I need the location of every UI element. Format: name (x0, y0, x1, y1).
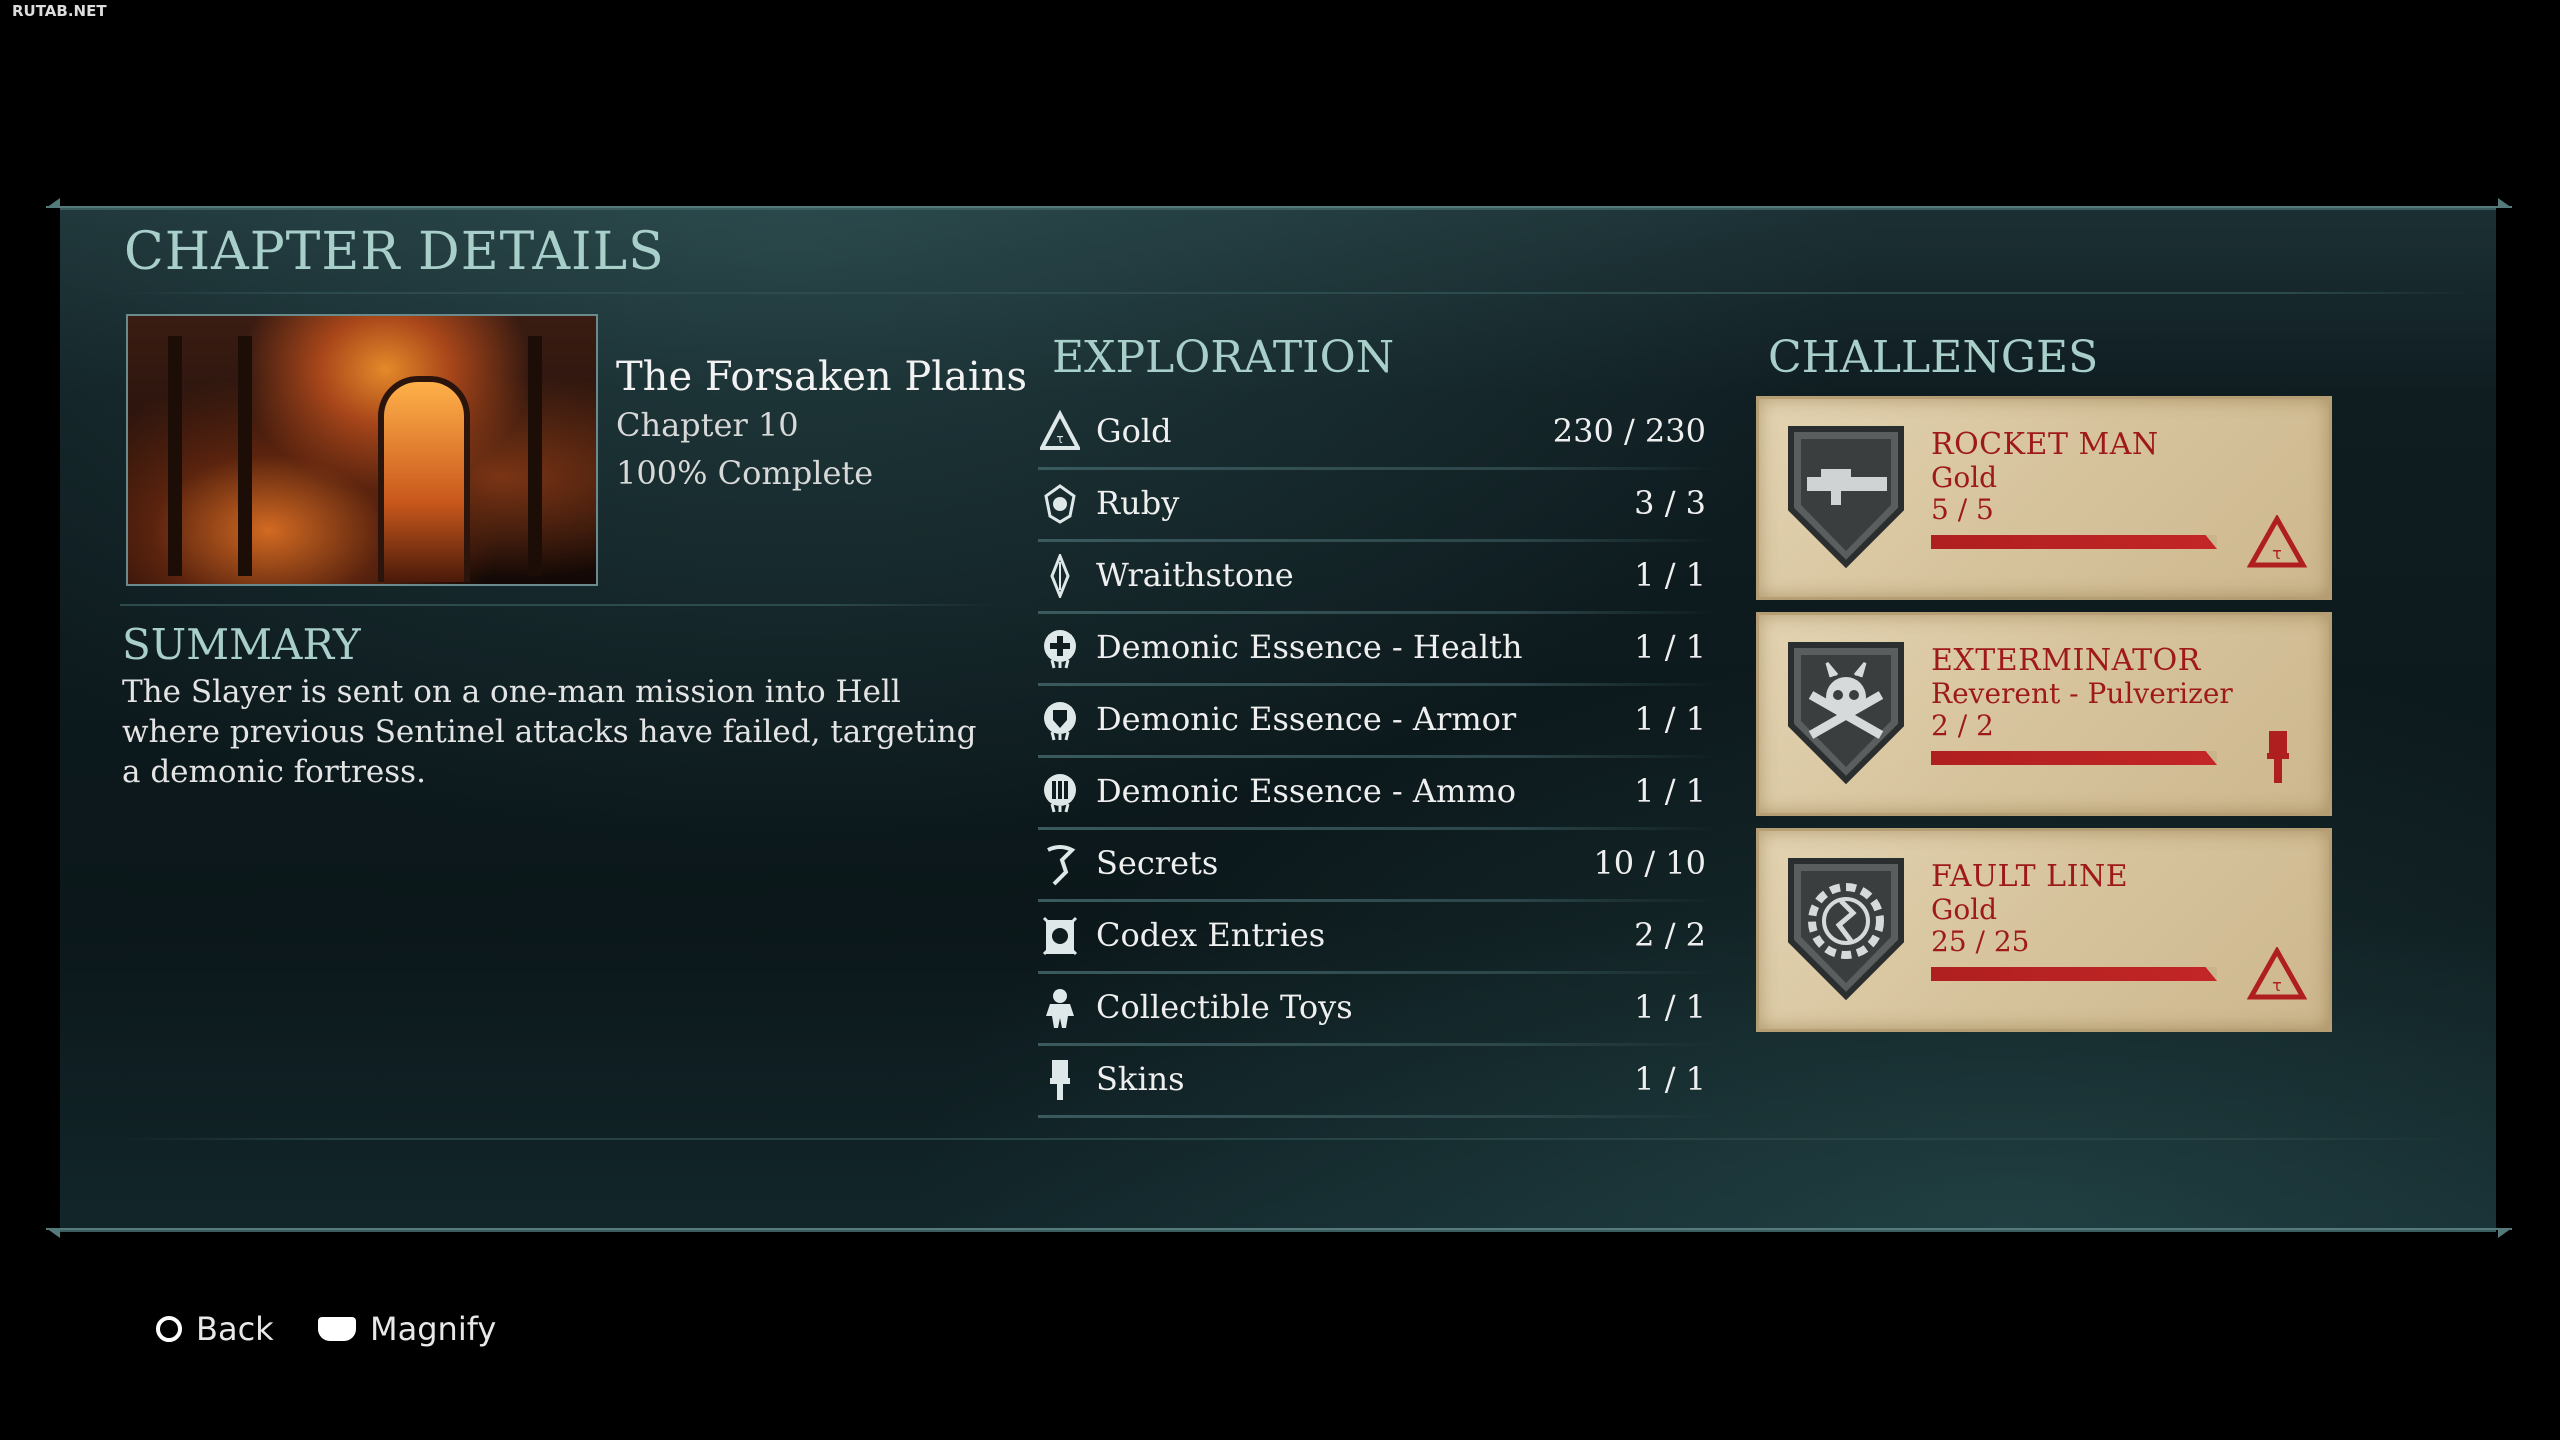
exploration-label: Wraithstone (1096, 556, 1294, 594)
challenge-title: FAULT LINE (1931, 859, 2129, 894)
exploration-label: Demonic Essence - Ammo (1096, 772, 1516, 810)
challenge-progress: 5 / 5 (1931, 493, 1994, 526)
progress-fill (1931, 967, 2217, 981)
exploration-label: Demonic Essence - Health (1096, 628, 1523, 666)
challenge-card-rocket-man[interactable]: ROCKET MAN Gold 5 / 5 τ (1756, 396, 2332, 600)
exploration-label: Codex Entries (1096, 916, 1326, 954)
exploration-row-gold[interactable]: τ Gold 230 / 230 (1038, 398, 1718, 470)
exploration-label: Skins (1096, 1060, 1185, 1098)
divider (120, 604, 1000, 606)
exploration-value: 2 / 2 (1634, 916, 1706, 954)
toy-icon (1040, 984, 1080, 1032)
ammo-essence-icon (1040, 768, 1080, 816)
circle-button-icon (156, 1316, 182, 1342)
paint-brush-icon (2267, 731, 2289, 783)
exploration-value: 1 / 1 (1634, 772, 1706, 810)
exploration-row-health-essence[interactable]: Demonic Essence - Health 1 / 1 (1038, 614, 1718, 686)
challenge-reward: Reverent - Pulverizer (1931, 677, 2233, 710)
armor-essence-icon (1040, 696, 1080, 744)
challenge-reward: Gold (1931, 893, 1998, 926)
exploration-value: 1 / 1 (1634, 556, 1706, 594)
chapter-thumbnail[interactable] (126, 314, 598, 586)
secrets-icon (1040, 840, 1080, 888)
chapter-number: Chapter 10 (616, 406, 799, 444)
touchpad-button-icon (318, 1317, 356, 1341)
challenge-reward: Gold (1931, 461, 1998, 494)
exploration-row-skins[interactable]: Skins 1 / 1 (1038, 1046, 1718, 1118)
ruby-icon (1040, 480, 1080, 528)
divider (120, 1138, 2460, 1140)
exploration-row-wraithstone[interactable]: Wraithstone 1 / 1 (1038, 542, 1718, 614)
gear-emblem-icon (1788, 858, 1904, 1001)
watermark: RUTAB.NET (12, 2, 107, 20)
thumbnail-pillar (168, 336, 182, 576)
back-label: Back (196, 1310, 274, 1348)
exploration-value: 3 / 3 (1634, 484, 1706, 522)
svg-text:τ: τ (2272, 544, 2282, 563)
challenges-heading: CHALLENGES (1768, 332, 2099, 383)
magnify-label: Magnify (370, 1310, 497, 1348)
thumbnail-gateway (378, 376, 470, 582)
page-title: CHAPTER DETAILS (124, 222, 665, 282)
gold-icon: τ (1040, 408, 1080, 456)
summary-text: The Slayer is sent on a one-man mission … (122, 674, 977, 790)
exploration-label: Collectible Toys (1096, 988, 1353, 1026)
challenge-title: EXTERMINATOR (1931, 643, 2201, 678)
exploration-label: Demonic Essence - Armor (1096, 700, 1517, 738)
exploration-row-secrets[interactable]: Secrets 10 / 10 (1038, 830, 1718, 902)
health-essence-icon (1040, 624, 1080, 672)
exploration-row-ruby[interactable]: Ruby 3 / 3 (1038, 470, 1718, 542)
exploration-row-armor-essence[interactable]: Demonic Essence - Armor 1 / 1 (1038, 686, 1718, 758)
exploration-label: Ruby (1096, 484, 1180, 522)
gold-icon: τ (2247, 515, 2307, 568)
challenge-progress: 25 / 25 (1931, 925, 2030, 958)
exploration-value: 1 / 1 (1634, 700, 1706, 738)
exploration-value: 10 / 10 (1593, 844, 1706, 882)
exploration-row-codex[interactable]: Codex Entries 2 / 2 (1038, 902, 1718, 974)
challenge-progress-bar (1931, 535, 2217, 549)
corner-ornament (2498, 198, 2512, 208)
panel-bottom-edge (46, 1228, 2512, 1230)
exploration-value: 1 / 1 (1634, 988, 1706, 1026)
wraithstone-icon (1040, 552, 1080, 600)
corner-ornament (2498, 1228, 2512, 1238)
corner-ornament (46, 198, 60, 208)
progress-fill (1931, 535, 2217, 549)
exploration-list: τ Gold 230 / 230 Ruby 3 / 3 Wraithstone … (1038, 398, 1718, 1118)
chapter-completion: 100% Complete (616, 454, 874, 492)
svg-text:τ: τ (2272, 976, 2282, 995)
back-button[interactable]: Back (156, 1310, 274, 1348)
challenge-title: ROCKET MAN (1931, 427, 2159, 462)
rocket-launcher-icon (1788, 426, 1904, 569)
exploration-value: 230 / 230 (1552, 412, 1706, 450)
exploration-row-ammo-essence[interactable]: Demonic Essence - Ammo 1 / 1 (1038, 758, 1718, 830)
chapter-name: The Forsaken Plains (616, 354, 1027, 400)
thumbnail-pillar (528, 336, 542, 576)
skull-crossbones-icon (1788, 642, 1904, 785)
divider (120, 292, 2470, 294)
magnify-button[interactable]: Magnify (318, 1310, 496, 1348)
progress-fill (1931, 751, 2217, 765)
gold-icon: τ (2247, 947, 2307, 1000)
corner-ornament (46, 1228, 60, 1238)
codex-icon (1040, 912, 1080, 960)
challenge-progress-bar (1931, 967, 2217, 981)
exploration-label: Gold (1096, 412, 1172, 450)
challenge-progress: 2 / 2 (1931, 709, 1994, 742)
thumbnail-pillar (238, 336, 252, 576)
exploration-value: 1 / 1 (1634, 1060, 1706, 1098)
summary-heading: SUMMARY (122, 620, 361, 669)
skin-brush-icon (1040, 1056, 1080, 1104)
challenge-card-exterminator[interactable]: EXTERMINATOR Reverent - Pulverizer 2 / 2 (1756, 612, 2332, 816)
challenge-progress-bar (1931, 751, 2217, 765)
svg-text:τ: τ (1056, 432, 1063, 446)
challenge-card-fault-line[interactable]: FAULT LINE Gold 25 / 25 τ (1756, 828, 2332, 1032)
exploration-row-toys[interactable]: Collectible Toys 1 / 1 (1038, 974, 1718, 1046)
exploration-heading: EXPLORATION (1052, 332, 1395, 383)
exploration-label: Secrets (1096, 844, 1219, 882)
exploration-value: 1 / 1 (1634, 628, 1706, 666)
panel-top-edge (46, 206, 2512, 208)
